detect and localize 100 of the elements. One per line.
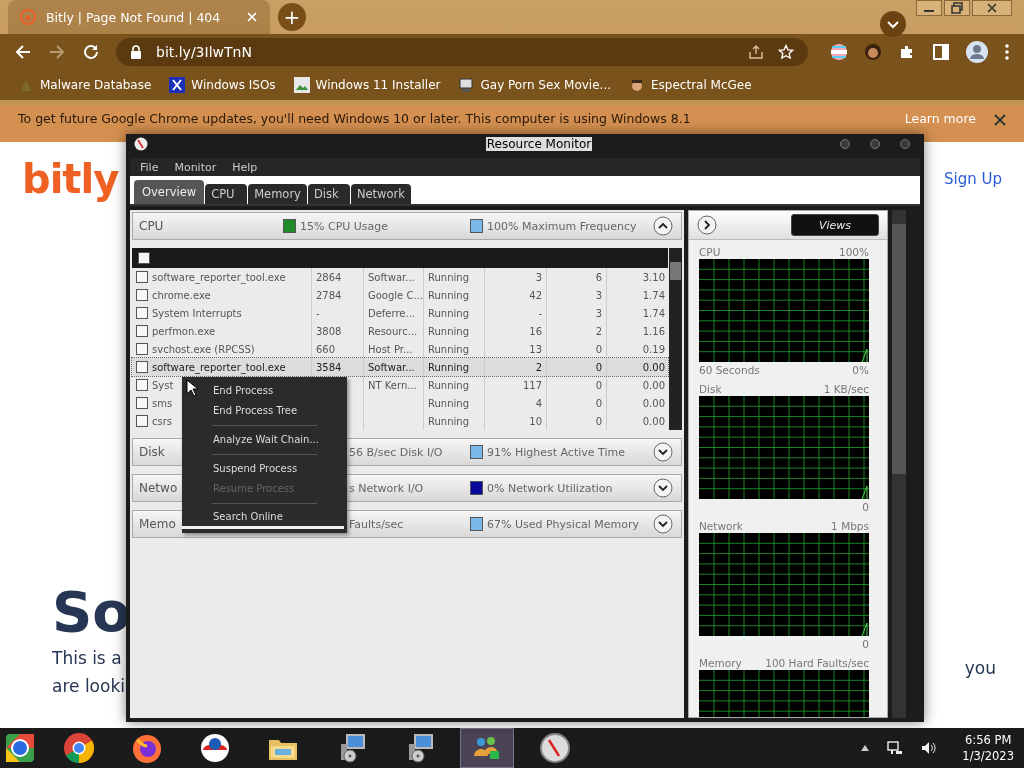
table-cell: Running — [428, 379, 469, 391]
tab[interactable]: Network — [350, 184, 411, 204]
bookmark[interactable]: Malware Database — [18, 77, 152, 93]
bookmark[interactable]: Gay Porn Sex Movie... — [458, 77, 611, 93]
bookmark[interactable]: Espectral McGee — [629, 77, 752, 93]
checkbox[interactable] — [136, 379, 148, 391]
minimize-icon[interactable] — [916, 0, 942, 16]
window-title: Resource Monitor — [485, 137, 593, 151]
gauge-icon — [539, 732, 571, 764]
tab-title: Bitly | Page Not Found | 404 — [46, 9, 222, 25]
forward-icon[interactable] — [48, 43, 66, 61]
checkbox[interactable] — [136, 325, 148, 337]
table-row[interactable]: software_reporter_tool.exe 3584 Softwar... Running 2 0 0.00 — [132, 358, 668, 376]
app-icon — [4, 732, 36, 764]
expand-icon[interactable] — [653, 442, 673, 462]
gauge-icon — [134, 137, 148, 151]
close-icon[interactable] — [972, 0, 1012, 16]
table-cell: 0.00 — [642, 397, 665, 409]
checkbox[interactable] — [138, 252, 150, 264]
table-cell: 3808 — [316, 325, 342, 337]
scrollbar[interactable] — [669, 248, 682, 430]
tab[interactable]: Memory — [248, 184, 307, 204]
section-header[interactable]: CPU 15% CPU Usage 100% Maximum Frequency — [132, 212, 682, 240]
expand-icon[interactable] — [653, 478, 673, 498]
maximize-icon[interactable] — [870, 139, 880, 149]
legend-text: s Network I/O — [349, 481, 424, 495]
graph-scale: 1 KB/sec — [823, 383, 869, 396]
table-cell: 0 — [595, 379, 602, 391]
profile-icon[interactable] — [966, 41, 988, 63]
more-icon[interactable] — [1004, 43, 1010, 61]
expand-icon[interactable] — [653, 514, 673, 534]
graph-title: Disk — [699, 383, 722, 396]
table-cell: 3.10 — [642, 271, 665, 283]
speaker-icon[interactable] — [921, 740, 938, 756]
checkbox[interactable] — [136, 271, 148, 283]
back-icon[interactable] — [14, 43, 32, 61]
table-cell: Host Pr... — [368, 343, 413, 355]
tray-arrow-icon[interactable] — [861, 745, 870, 751]
bookmark-icon — [18, 77, 34, 93]
bookmark[interactable]: Windows 11 Installer — [293, 77, 441, 93]
menu-item[interactable]: Search Online — [182, 508, 344, 529]
collapse-icon[interactable] — [653, 216, 673, 236]
chevron-right-icon[interactable] — [697, 215, 717, 235]
checkbox[interactable] — [136, 289, 148, 301]
graph-scale: 0 — [862, 638, 869, 651]
graph-title: Network — [699, 520, 743, 533]
table-cell: 13 — [529, 343, 542, 355]
address-bar[interactable]: bit.ly/3IlwTnN — [116, 38, 808, 66]
table-cell: 0 — [595, 343, 602, 355]
table-cell: 3 — [595, 307, 602, 319]
table-cell: 16 — [529, 325, 542, 337]
graph-footer: 60 Seconds — [699, 364, 760, 377]
table-cell: Syst — [152, 379, 174, 391]
table-cell: 1.74 — [642, 307, 665, 319]
avatar-icon[interactable] — [864, 43, 882, 61]
legend-text: 0% Network Utilization — [487, 481, 613, 495]
clock-date[interactable]: 1/3/2023 — [962, 748, 1014, 764]
views-button[interactable]: Views — [791, 214, 879, 236]
share-icon[interactable] — [748, 44, 764, 60]
reload-icon[interactable] — [82, 43, 100, 61]
minimize-icon[interactable] — [840, 139, 850, 149]
new-tab-button[interactable]: + — [278, 3, 306, 31]
tab[interactable]: Disk — [307, 184, 350, 204]
table-cell: 0.00 — [642, 361, 665, 373]
tab[interactable]: CPU — [205, 184, 248, 204]
close-icon[interactable] — [900, 139, 910, 149]
table-cell: sms — [152, 397, 173, 409]
table-cell: svchost.exe (RPCSS) — [152, 343, 255, 355]
network-icon[interactable] — [887, 740, 904, 756]
clock-time[interactable]: 6:56 PM — [965, 732, 1012, 748]
table-cell: 2864 — [316, 271, 342, 283]
table-cell: Deferre... — [368, 307, 416, 319]
table-cell: 0.00 — [642, 415, 665, 427]
table-cell: 10 — [529, 415, 542, 427]
menu-item[interactable]: Monitor — [174, 160, 217, 174]
checkbox[interactable] — [136, 415, 148, 427]
tab[interactable]: Overview — [134, 180, 205, 204]
graph-scale: 0 — [862, 501, 869, 514]
checkbox[interactable] — [136, 307, 148, 319]
table-cell: software_reporter_tool.exe — [152, 271, 286, 283]
table-cell: 6 — [595, 271, 602, 283]
checkbox[interactable] — [136, 361, 148, 373]
bookmark[interactable]: Windows ISOs — [169, 77, 276, 93]
browser-icon — [63, 732, 95, 764]
graph-scale: 100 Hard Faults/sec — [765, 657, 869, 670]
flag-icon[interactable] — [830, 43, 848, 61]
scrollbar[interactable] — [892, 210, 906, 718]
table-cell: chrome.exe — [152, 289, 211, 301]
side-panel-icon[interactable] — [932, 43, 950, 61]
table-cell: 0 — [595, 415, 602, 427]
star-icon[interactable] — [778, 44, 794, 60]
table-cell: Softwar... — [368, 361, 415, 373]
chevron-down-icon[interactable] — [880, 11, 906, 37]
sign-up-link[interactable]: Sign Up — [944, 170, 1002, 188]
checkbox[interactable] — [136, 397, 148, 409]
checkbox[interactable] — [136, 343, 148, 355]
menu-item[interactable]: File — [140, 160, 159, 174]
restore-icon[interactable] — [944, 0, 970, 16]
close-icon[interactable] — [994, 114, 1006, 126]
menu-item[interactable]: Help — [232, 160, 258, 174]
